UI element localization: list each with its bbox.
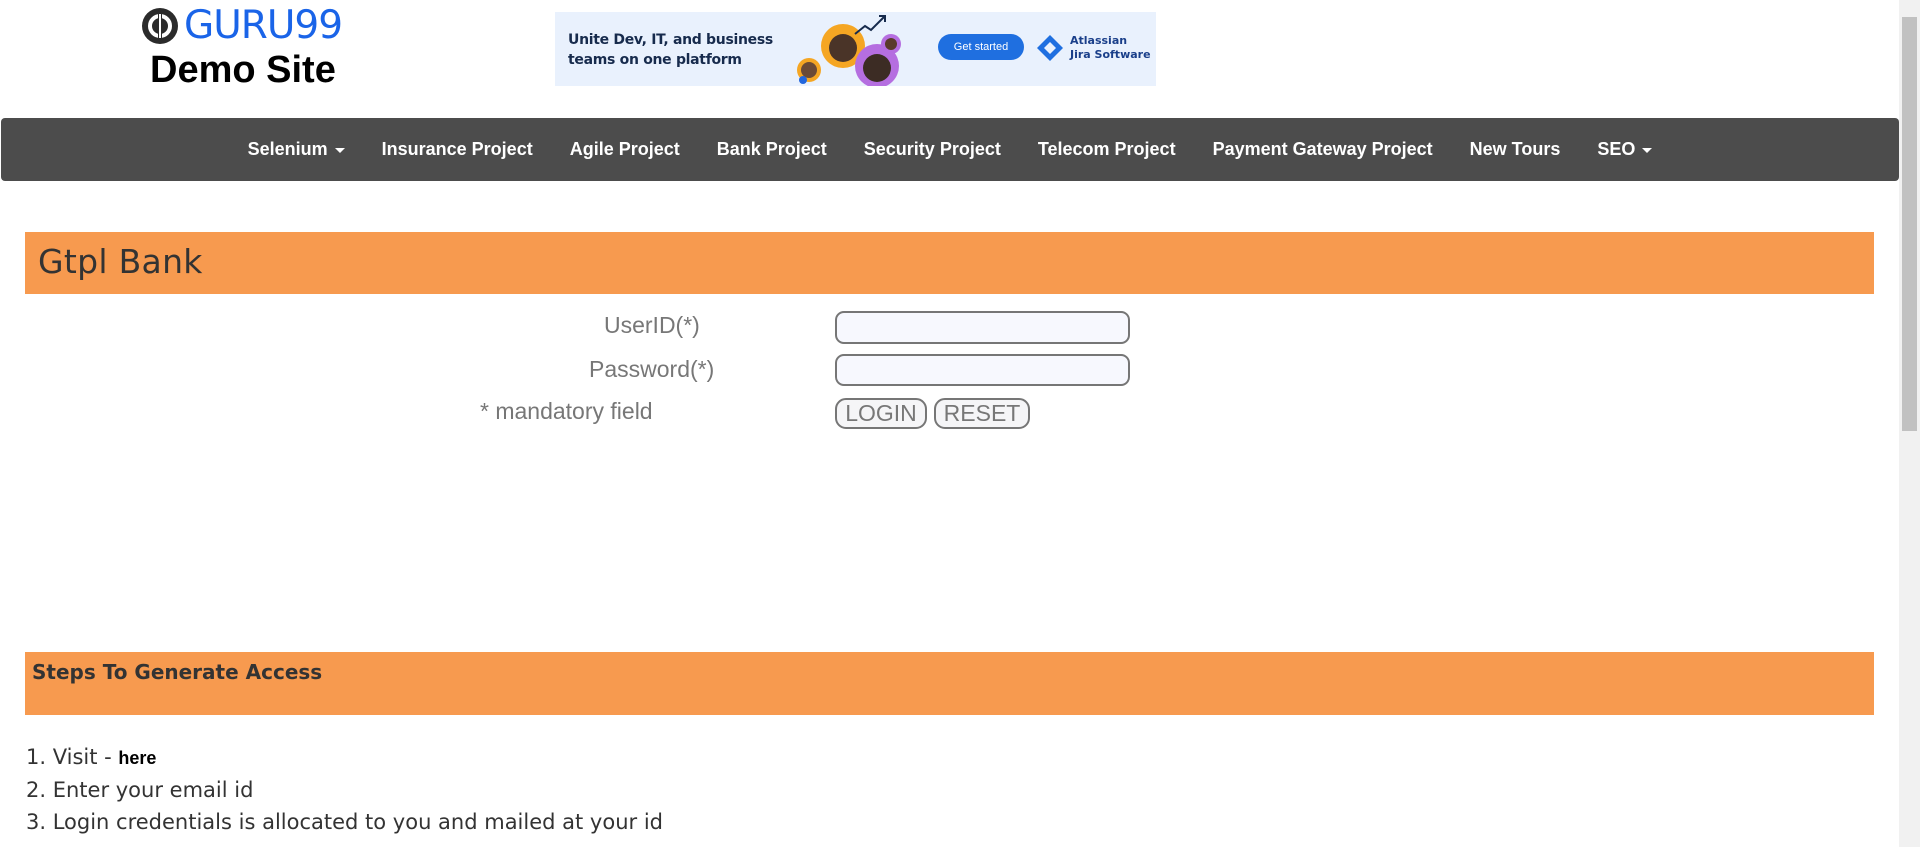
step1-text: 1. Visit - — [26, 745, 119, 769]
nav-selenium[interactable]: Selenium — [229, 139, 363, 160]
scrollbar-thumb[interactable] — [1902, 17, 1917, 431]
jira-diamond-icon — [1037, 35, 1063, 61]
nav-payment-gateway-project-label: Payment Gateway Project — [1212, 139, 1433, 159]
steps-title-bar: Steps To Generate Access — [25, 652, 1874, 715]
nav-selenium-label: Selenium — [247, 139, 328, 159]
main-navbar: Selenium Insurance Project Agile Project… — [1, 118, 1899, 181]
ad-get-started-button[interactable]: Get started — [938, 34, 1024, 60]
nav-telecom-project[interactable]: Telecom Project — [1019, 139, 1194, 160]
steps-title: Steps To Generate Access — [32, 660, 323, 684]
site-logo[interactable]: GURU99 Demo Site — [140, 4, 355, 92]
nav-new-tours-label: New Tours — [1469, 139, 1561, 159]
login-button[interactable]: LOGIN — [835, 398, 927, 429]
caret-down-icon — [1642, 148, 1653, 153]
password-label: Password(*) — [589, 356, 715, 382]
ad-brand-text: Atlassian Jira Software — [1070, 34, 1151, 62]
ad-headline: Unite Dev, IT, and business teams on one… — [568, 32, 773, 68]
logo-subtitle: Demo Site — [150, 49, 336, 91]
here-link[interactable]: here — [118, 748, 156, 768]
password-input[interactable] — [835, 354, 1130, 386]
step-item: 2. Enter your email id — [26, 778, 254, 802]
reset-button[interactable]: RESET — [934, 398, 1030, 429]
nav-seo[interactable]: SEO — [1579, 139, 1671, 160]
bank-title-bar: Gtpl Bank — [25, 232, 1874, 294]
ad-banner[interactable]: Unite Dev, IT, and business teams on one… — [555, 12, 1156, 86]
nav-agile-project-label: Agile Project — [569, 139, 680, 159]
nav-security-project[interactable]: Security Project — [845, 139, 1019, 160]
nav-security-project-label: Security Project — [863, 139, 1001, 159]
userid-label: UserID(*) — [604, 312, 700, 338]
page-title: Gtpl Bank — [38, 242, 203, 281]
userid-input[interactable] — [835, 311, 1130, 344]
step-item: 3. Login credentials is allocated to you… — [26, 810, 663, 834]
logo-brand-text: GURU99 — [184, 3, 343, 48]
nav-insurance-project-label: Insurance Project — [381, 139, 533, 159]
vertical-scrollbar[interactable] — [1899, 0, 1920, 847]
ad-brand-line1: Atlassian — [1070, 34, 1128, 47]
nav-payment-gateway-project[interactable]: Payment Gateway Project — [1194, 139, 1451, 160]
ad-people-illustration — [797, 15, 901, 86]
nav-agile-project[interactable]: Agile Project — [551, 139, 698, 160]
nav-bank-project[interactable]: Bank Project — [698, 139, 845, 160]
step-item: 1. Visit - here — [26, 741, 663, 774]
nav-seo-label: SEO — [1597, 139, 1636, 159]
steps-list: 1. Visit - here 2. Enter your email id 3… — [26, 741, 663, 838]
nav-insurance-project[interactable]: Insurance Project — [363, 139, 551, 160]
mandatory-field-note: * mandatory field — [480, 398, 653, 424]
nav-telecom-project-label: Telecom Project — [1037, 139, 1176, 159]
nav-bank-project-label: Bank Project — [716, 139, 827, 159]
guru99-logo-icon — [142, 8, 178, 44]
nav-new-tours[interactable]: New Tours — [1451, 139, 1579, 160]
caret-down-icon — [334, 148, 345, 153]
ad-brand-line2: Jira Software — [1070, 48, 1151, 61]
